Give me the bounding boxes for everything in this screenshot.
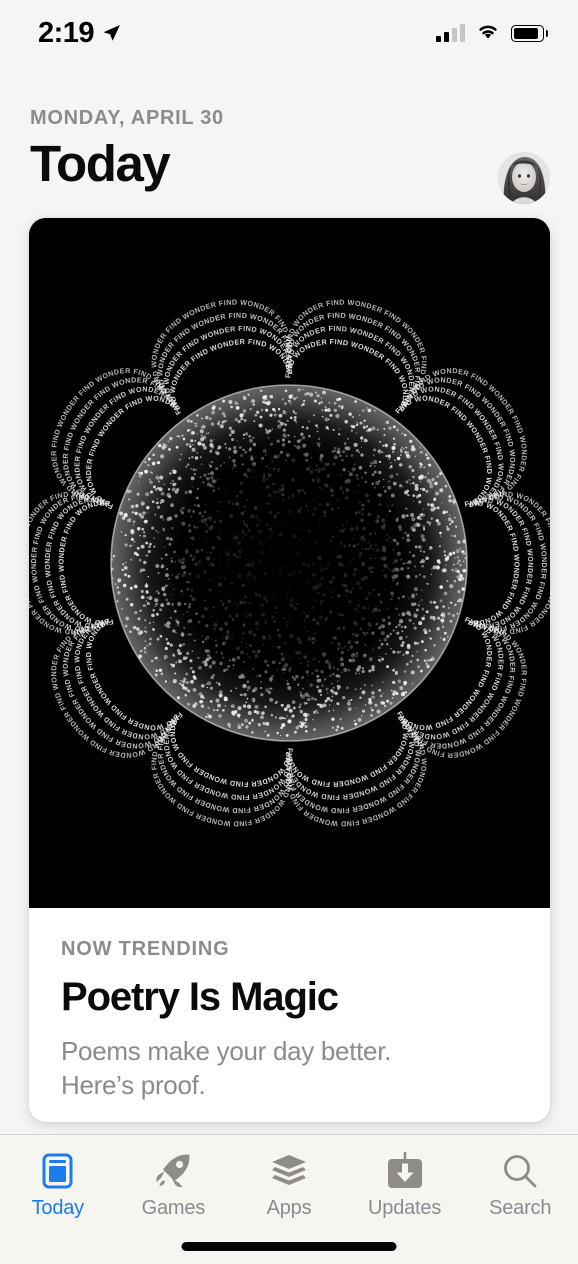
page-header: MONDAY, APRIL 30 Today <box>0 92 578 212</box>
page-title: Today <box>30 135 171 192</box>
card-subtitle-line-2: Here’s proof. <box>61 1070 206 1101</box>
tab-bar: Today Games Apps Updates Search <box>0 1134 578 1264</box>
featured-story-card[interactable]: FIND WONDER FIND WONDER FIND WONDER FIND… <box>29 218 550 1122</box>
today-icon <box>42 1152 73 1190</box>
speckled-sphere <box>110 384 468 742</box>
user-avatar-image <box>498 152 550 204</box>
cellular-signal-icon <box>436 24 465 42</box>
rocket-icon <box>154 1152 192 1190</box>
tab-label-apps: Apps <box>266 1197 312 1219</box>
tab-games[interactable]: Games <box>116 1152 232 1220</box>
avatar[interactable] <box>498 152 550 204</box>
location-arrow-icon <box>101 23 121 43</box>
card-subtitle-line-1: Poems make your day better. <box>61 1035 392 1066</box>
home-indicator[interactable] <box>181 1242 397 1251</box>
tab-search[interactable]: Search <box>462 1152 578 1220</box>
battery-icon <box>511 24 548 42</box>
status-bar: 2:19 <box>0 0 578 66</box>
card-text-block: NOW TRENDING Poetry Is Magic Poems make … <box>29 908 550 1103</box>
card-title: Poetry Is Magic <box>61 975 339 1019</box>
header-date: MONDAY, APRIL 30 <box>30 107 224 129</box>
tab-today[interactable]: Today <box>0 1152 116 1220</box>
tab-label-search: Search <box>489 1197 552 1219</box>
tab-label-updates: Updates <box>368 1197 442 1219</box>
status-bar-left: 2:19 <box>38 16 121 49</box>
find-wonder-flower-artwork: FIND WONDER FIND WONDER FIND WONDER FIND… <box>29 218 550 908</box>
tab-apps[interactable]: Apps <box>231 1152 347 1220</box>
wifi-icon <box>476 22 500 45</box>
download-icon <box>387 1152 422 1190</box>
status-bar-right <box>436 22 548 45</box>
card-eyebrow: NOW TRENDING <box>61 938 230 960</box>
card-artwork: FIND WONDER FIND WONDER FIND WONDER FIND… <box>29 218 550 908</box>
tab-label-today: Today <box>31 1197 85 1219</box>
card-subtitle: Poems make your day better. Here’s proof… <box>61 1034 518 1103</box>
tab-updates[interactable]: Updates <box>347 1152 463 1220</box>
status-time: 2:19 <box>38 16 95 49</box>
layers-icon <box>271 1152 307 1190</box>
header-title-row: Today <box>30 130 550 204</box>
search-icon <box>502 1152 538 1190</box>
tab-label-games: Games <box>141 1197 206 1219</box>
